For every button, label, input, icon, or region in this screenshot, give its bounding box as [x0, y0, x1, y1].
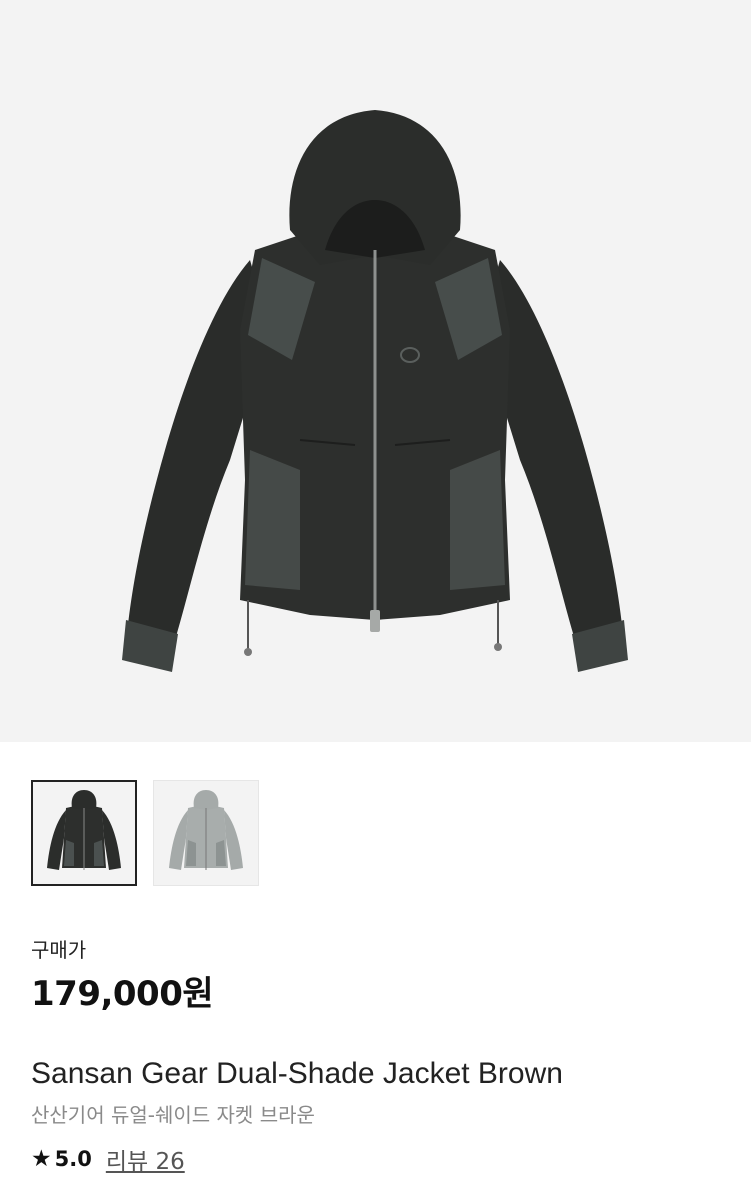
thumbnail-strip	[31, 780, 259, 886]
jacket-thumb-gray	[169, 790, 243, 870]
jacket-black-image	[122, 110, 628, 672]
jacket-thumb-black	[47, 790, 121, 870]
product-main-image[interactable]	[0, 0, 751, 742]
product-name-ko: 산산기어 듀얼-쉐이드 자켓 브라운	[31, 1103, 315, 1127]
reviews-link[interactable]: 리뷰 26	[106, 1142, 185, 1176]
thumbnail-gray[interactable]	[153, 780, 259, 886]
rating-value: 5.0	[54, 1147, 92, 1171]
star-icon: ★	[31, 1145, 52, 1172]
price: 179,000원	[31, 974, 214, 1014]
rating-row: ★ 5.0 리뷰 26	[31, 1142, 185, 1176]
price-label: 구매가	[31, 938, 87, 962]
product-name-en: Sansan Gear Dual-Shade Jacket Brown	[31, 1057, 563, 1090]
thumbnail-black[interactable]	[31, 780, 137, 886]
